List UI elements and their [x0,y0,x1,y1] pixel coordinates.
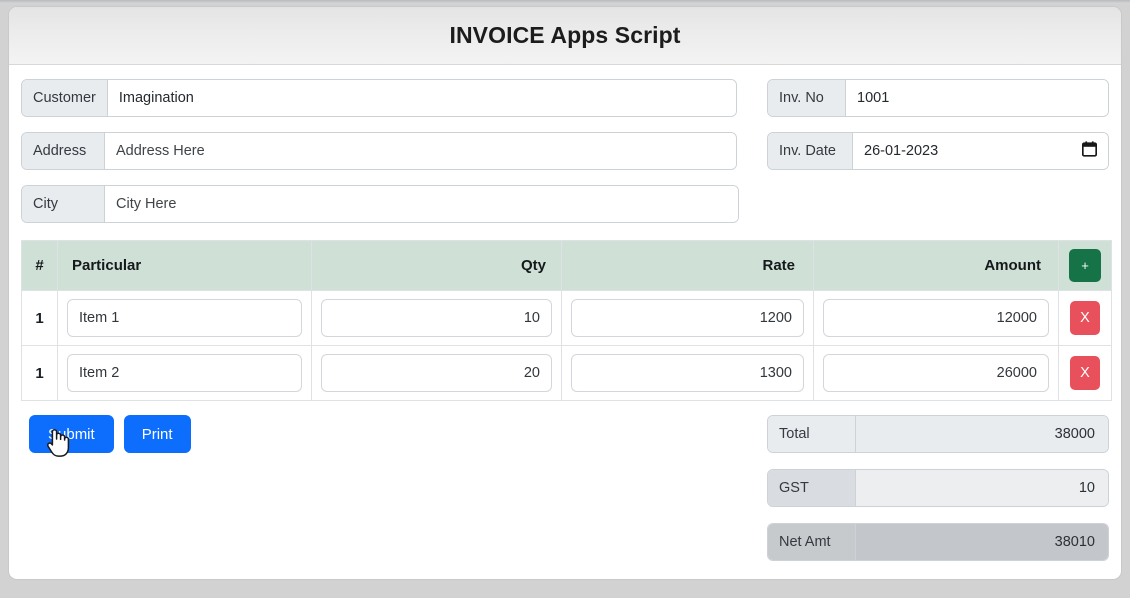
invoice-meta-column: Inv. No Inv. Date 26-01-2023 [767,79,1109,238]
table-row: 1 X [21,290,1112,346]
card-header: INVOICE Apps Script [9,7,1121,65]
invoice-date-value: 26-01-2023 [864,143,939,159]
particular-input[interactable] [67,299,302,337]
total-field-group: Total 38000 [767,415,1109,453]
row-action-cell: X [1058,290,1112,346]
row-particular-cell [57,290,312,346]
invoice-number-input[interactable] [846,80,1108,116]
qty-input[interactable] [321,354,552,392]
net-amount-field-group: Net Amt 38010 [767,523,1109,561]
rate-input[interactable] [571,299,804,337]
qty-input[interactable] [321,299,552,337]
items-table-body: 1 X [21,290,1112,401]
gst-value[interactable]: 10 [856,470,1108,506]
bottom-section: Submit Print Total 38000 GST 10 Net Amt … [21,415,1109,577]
row-qty-cell [311,290,562,346]
items-header-row: # Particular Qty Rate Amount + [21,240,1112,291]
column-header-index: # [21,240,58,291]
address-label: Address [22,133,105,169]
page-title: INVOICE Apps Script [449,22,681,48]
city-field-group: City [21,185,739,223]
row-amount-cell [813,290,1059,346]
gst-field-group: GST 10 [767,469,1109,507]
row-index: 1 [21,290,58,346]
delete-row-button[interactable]: X [1070,301,1100,335]
column-header-particular: Particular [57,240,312,291]
add-row-button[interactable]: + [1069,249,1101,282]
customer-form-column: Customer Address City [21,79,749,238]
row-rate-cell [561,290,814,346]
city-label: City [22,186,105,222]
table-row: 1 X [21,345,1112,401]
submit-button[interactable]: Submit [29,415,114,453]
total-label: Total [768,416,856,452]
net-amount-label: Net Amt [768,524,856,560]
top-form-section: Customer Address City Inv. No [21,79,1109,238]
form-spacer [749,79,767,238]
rate-input[interactable] [571,354,804,392]
items-table-header: # Particular Qty Rate Amount + [21,240,1112,291]
column-header-action: + [1058,240,1112,291]
totals-panel: Total 38000 GST 10 Net Amt 38010 [767,415,1109,577]
address-input[interactable] [105,133,736,169]
invoice-date-label: Inv. Date [768,133,853,169]
row-action-cell: X [1058,345,1112,401]
address-field-group: Address [21,132,737,170]
invoice-date-field-group: Inv. Date 26-01-2023 [767,132,1109,170]
total-value: 38000 [856,416,1108,452]
delete-row-button[interactable]: X [1070,356,1100,390]
particular-input[interactable] [67,354,302,392]
customer-label: Customer [22,80,108,116]
amount-input[interactable] [823,354,1049,392]
gst-label: GST [768,470,856,506]
invoice-number-label: Inv. No [768,80,846,116]
invoice-date-input[interactable]: 26-01-2023 [853,133,1108,169]
card-body: Customer Address City Inv. No [9,65,1121,577]
amount-input[interactable] [823,299,1049,337]
action-buttons: Submit Print [21,415,191,453]
net-amount-value: 38010 [856,524,1108,560]
column-header-amount: Amount [813,240,1059,291]
city-input[interactable] [105,186,738,222]
customer-field-group: Customer [21,79,737,117]
calendar-icon[interactable] [1081,140,1098,162]
customer-input[interactable] [107,80,736,116]
row-index: 1 [21,345,58,401]
invoice-items-table: # Particular Qty Rate Amount + 1 Item 1 … [21,240,1112,401]
invoice-number-field-group: Inv. No [767,79,1109,117]
invoice-card: INVOICE Apps Script Customer Address Cit… [8,6,1122,580]
row-rate-cell [561,345,814,401]
row-particular-cell [57,345,312,401]
row-qty-cell [311,345,562,401]
row-amount-cell [813,345,1059,401]
column-header-qty: Qty [311,240,562,291]
column-header-rate: Rate [561,240,814,291]
print-button[interactable]: Print [123,415,191,453]
